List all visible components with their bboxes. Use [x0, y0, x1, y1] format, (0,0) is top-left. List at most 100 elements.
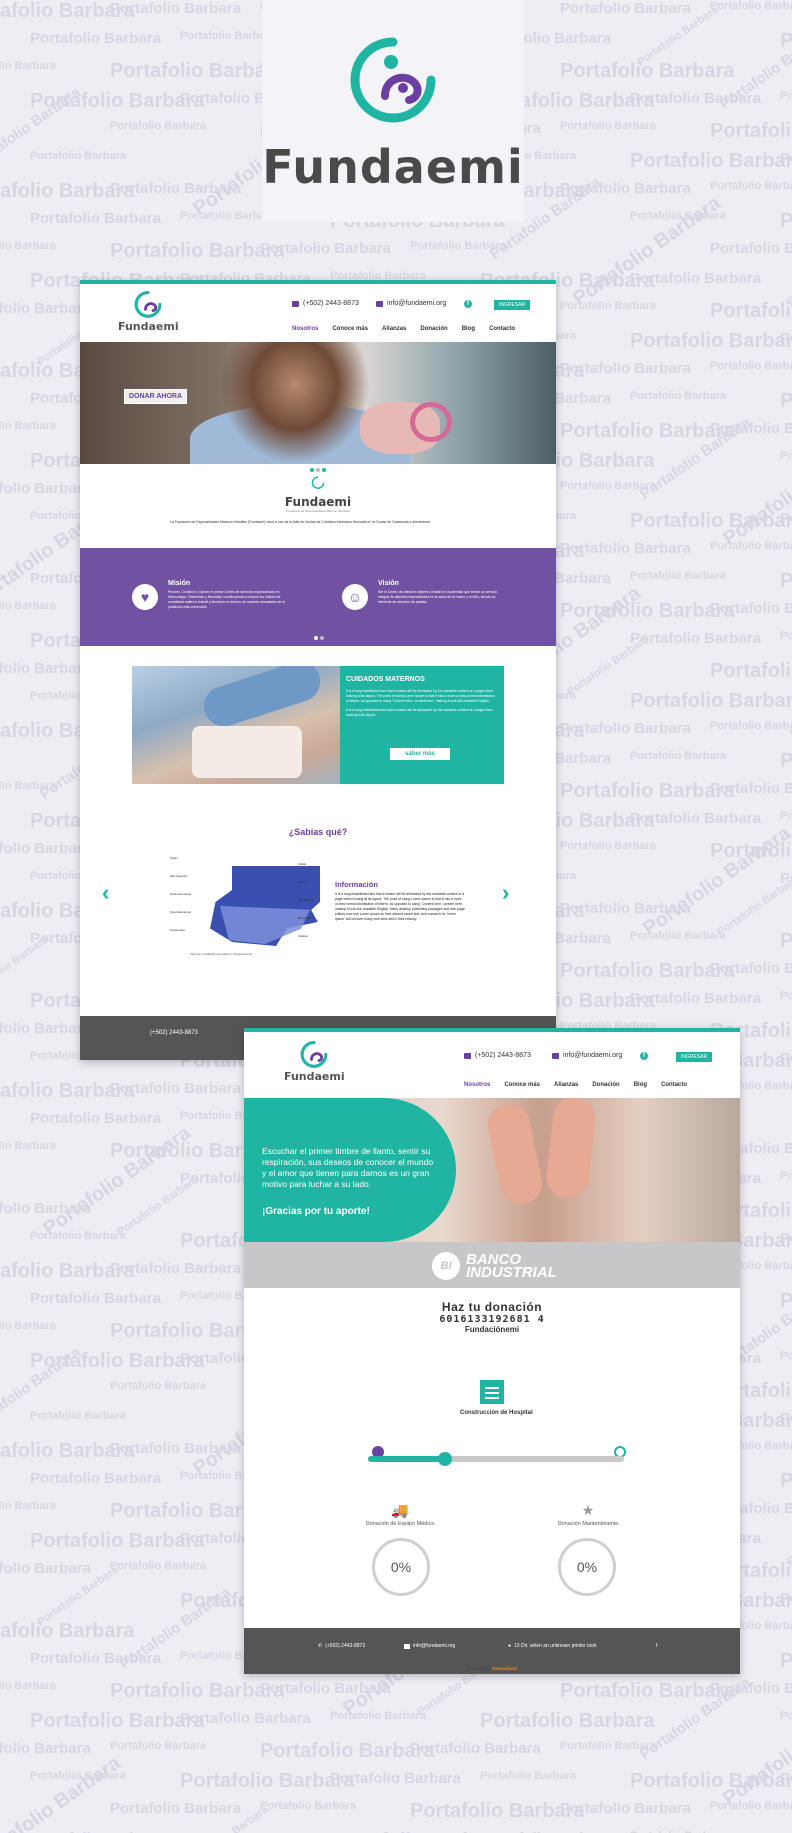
informacion-text: It is a long established fact that a rea…: [335, 892, 465, 921]
watermark-text: Portafolio Barbara: [780, 90, 792, 102]
facebook-icon[interactable]: f: [464, 300, 472, 308]
website-mockup-home: Fundaemi (+502) 2443-8873 info@fundaemi.…: [80, 280, 556, 1060]
watermark-text: Portafolio Barbara: [0, 1020, 91, 1037]
watermark-text: Portafolio Barbara: [710, 600, 792, 617]
watermark-text: Portafolio Barbara: [780, 1470, 792, 1492]
fundaemi-logo-icon: [134, 290, 162, 318]
watermark-text: Portafolio Barbara: [560, 720, 691, 737]
hero-message: Escuchar el primer timbre de llanto, sen…: [262, 1146, 434, 1189]
footer-facebook-icon[interactable]: f: [656, 1643, 657, 1649]
progress-knob: [437, 1452, 452, 1466]
fundaemi-logo-icon: [350, 37, 436, 123]
facebook-icon[interactable]: f: [640, 1052, 648, 1060]
hero-carousel-dots[interactable]: [310, 468, 326, 472]
header-phone[interactable]: (+502) 2443-8873: [292, 300, 359, 307]
nav-item-contacto[interactable]: Contacto: [489, 326, 515, 332]
nav-item-blog[interactable]: Blog: [634, 1082, 647, 1088]
nav-item-donaci-n[interactable]: Donación: [592, 1082, 619, 1088]
heart-hands-icon: ♥: [132, 584, 158, 610]
ingresar-button[interactable]: INGRESAR: [676, 1052, 713, 1062]
footer-phone[interactable]: ✆ (+502) 2443-8873: [318, 1643, 365, 1649]
nav-item-conoce-m-s[interactable]: Conoce más: [332, 326, 368, 332]
banco-industrial-logo: BI BANCO INDUSTRIAL: [432, 1252, 557, 1280]
nav-item-alianzas[interactable]: Alianzas: [382, 326, 406, 332]
footer-phone[interactable]: (+502) 2443-8873: [150, 1030, 198, 1036]
watermark-text: Portafolio Barbara: [0, 1320, 56, 1332]
nav-item-donaci-n[interactable]: Donación: [420, 326, 447, 332]
nav-item-contacto[interactable]: Contacto: [661, 1082, 687, 1088]
watermark-text: Portafolio Barbara: [560, 600, 735, 622]
carousel-prev-arrow[interactable]: ‹: [102, 880, 109, 906]
watermark-text: Portafolio Barbara: [0, 1740, 91, 1757]
saber-mas-button[interactable]: saber más: [390, 748, 450, 760]
hospital-goal: Construcción de Hospital: [460, 1380, 533, 1416]
watermark-text: Portafolio Barbara: [710, 960, 792, 977]
bank-name-line2: INDUSTRIAL: [466, 1264, 557, 1281]
watermark-text: Portafolio Barbara: [710, 360, 792, 372]
map-label: Petén: [170, 856, 178, 860]
guatemala-map: Tasa de mortalidad neonatal por departam…: [170, 848, 330, 960]
watermark-text: Portafolio Barbara: [560, 180, 691, 197]
watermark-text: Portafolio Barbara: [630, 270, 761, 287]
mision-title: Misión: [168, 580, 191, 587]
watermark-text: Portafolio Barbara: [560, 900, 691, 917]
watermark-text: Portafolio Barbara: [780, 1710, 792, 1722]
mantenimiento-percent: 0%: [558, 1538, 616, 1596]
nav-item-nosotros[interactable]: Nosotros: [464, 1082, 490, 1088]
star-icon: ★: [581, 1502, 595, 1518]
watermark-text: Portafolio Barbara: [780, 1650, 792, 1672]
watermark-text: Portafolio Barbara: [630, 810, 761, 827]
watermark-text: Portafolio Barbara: [719, 1692, 792, 1811]
nav-item-blog[interactable]: Blog: [462, 326, 475, 332]
intro-text: La Fundación de Especialidades Materno I…: [170, 520, 432, 524]
section-carousel-dots[interactable]: [314, 636, 324, 640]
watermark-text: Portafolio Barbara: [780, 1410, 792, 1427]
watermark-text: Portafolio Barbara: [480, 1710, 655, 1732]
watermark-text: Portafolio Barbara: [565, 633, 651, 699]
donar-ahora-button[interactable]: DONAR AHORA: [124, 389, 188, 404]
email-icon: [376, 300, 383, 307]
header-email[interactable]: info@fundaemi.org: [552, 1052, 622, 1059]
account-holder: Fundaciónemi: [464, 1325, 520, 1334]
nav-item-conoce-m-s[interactable]: Conoce más: [504, 1082, 540, 1088]
header-logo[interactable]: Fundaemi: [118, 290, 179, 333]
watermark-text: Portafolio Barbara: [110, 60, 285, 82]
hospital-icon: [480, 1380, 504, 1404]
watermark-text: Portafolio Barbara: [0, 480, 91, 497]
watermark-text: Portafolio Barbara: [780, 930, 792, 952]
watermark-text: Portafolio Barbara: [780, 1350, 792, 1362]
header-phone[interactable]: (+502) 2443-8873: [464, 1052, 531, 1059]
watermark-text: Portafolio Barbara: [785, 244, 792, 309]
powered-by-brand[interactable]: Nomadland: [492, 1666, 517, 1671]
watermark-text: Portafolio Barbara: [330, 1770, 461, 1787]
watermark-text: Portafolio Barbara: [0, 1344, 84, 1433]
watermark-text: Portafolio Barbara: [0, 1500, 56, 1512]
footer-email[interactable]: info@fundaemi.org: [404, 1643, 455, 1649]
watermark-text: Portafolio Barbara: [560, 960, 735, 982]
nav-item-alianzas[interactable]: Alianzas: [554, 1082, 578, 1088]
watermark-text: Portafolio Barbara: [180, 1770, 355, 1792]
nav-item-nosotros[interactable]: Nosotros: [292, 326, 318, 332]
vision-title: Visión: [378, 580, 399, 587]
header-email[interactable]: info@fundaemi.org: [376, 300, 446, 307]
header-logo[interactable]: Fundaemi: [284, 1040, 345, 1083]
watermark-text: Portafolio Barbara: [780, 630, 792, 642]
map-label: Guatemala: [170, 928, 185, 932]
watermark-text: Portafolio Barbara: [780, 450, 792, 462]
watermark-text: Portafolio Barbara: [110, 1740, 206, 1752]
watermark-text: Portafolio Barbara: [560, 0, 691, 17]
watermark-text: Portafolio Barbara: [630, 570, 726, 582]
cuidados-maternos-section: CUIDADOS MATERNOS It is a long establish…: [132, 666, 504, 784]
watermark-text: Portafolio Barbara: [635, 3, 721, 69]
mantenimiento-item: ★ Donación Mantenimiento: [528, 1502, 648, 1527]
watermark-text: Portafolio Barbara: [110, 1260, 241, 1277]
footer-address: ● 13 Dir. when an unknown printer took: [508, 1643, 597, 1649]
brand-name: Fundaemi: [262, 140, 524, 194]
watermark-text: Portafolio Barbara: [636, 414, 754, 503]
ingresar-button[interactable]: INGRESAR: [494, 300, 531, 310]
watermark-text: Portafolio Barbara: [30, 1650, 161, 1667]
watermark-text: Portafolio Barbara: [780, 1590, 792, 1607]
carousel-next-arrow[interactable]: ›: [502, 880, 509, 906]
mision-text: Proveer, Construir y Operar el primer Ce…: [168, 590, 285, 609]
watermark-text: Portafolio Barbara: [630, 750, 726, 762]
